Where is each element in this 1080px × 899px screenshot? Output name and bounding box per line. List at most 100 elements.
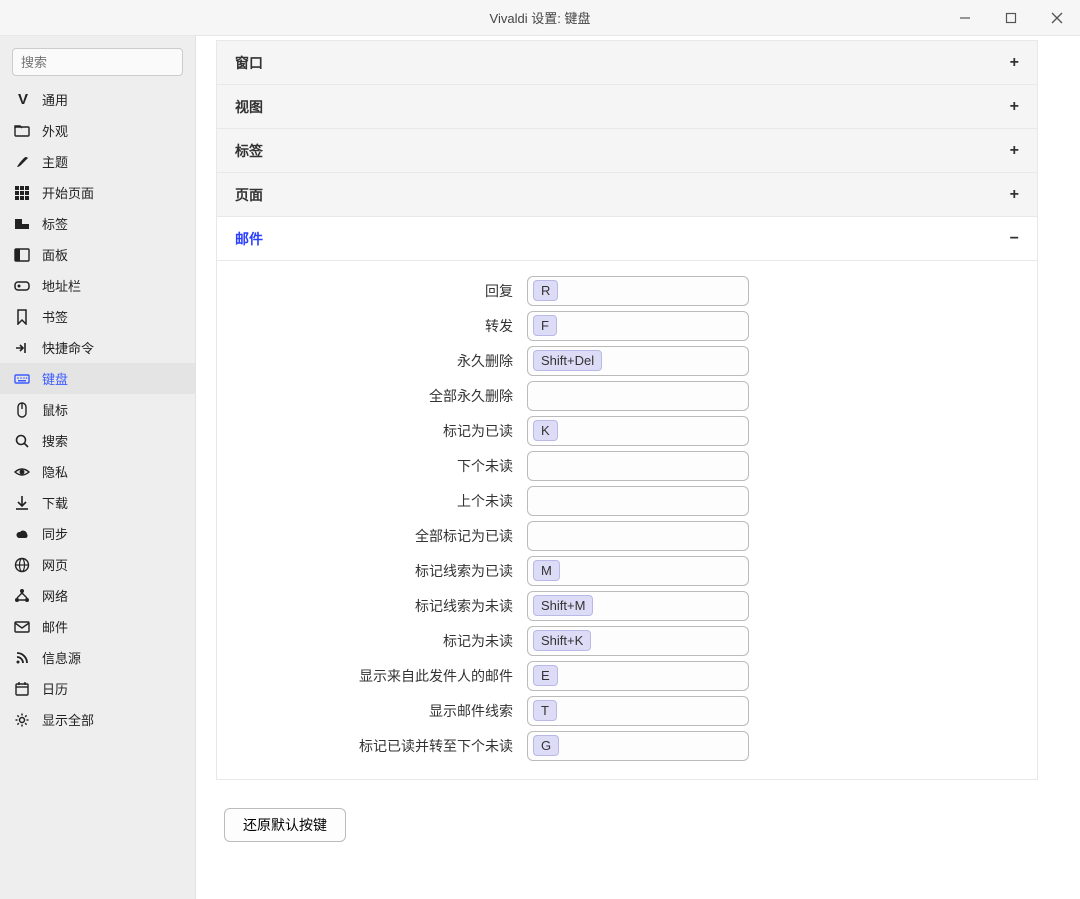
key-chip: F bbox=[533, 315, 557, 336]
brush-icon bbox=[14, 154, 32, 170]
section-label: 视图 bbox=[235, 97, 263, 117]
section-label: 页面 bbox=[235, 185, 263, 205]
sidebar-item-label: 显示全部 bbox=[42, 710, 94, 729]
sidebar-item-label: 通用 bbox=[42, 90, 68, 109]
key-chip: Shift+M bbox=[533, 595, 593, 616]
tab-icon bbox=[14, 216, 32, 232]
key-chip: T bbox=[533, 700, 557, 721]
sidebar-item-12[interactable]: 隐私 bbox=[0, 456, 195, 487]
shortcut-input[interactable]: Shift+K bbox=[527, 626, 749, 656]
shortcut-label: 下个未读 bbox=[217, 456, 527, 476]
shortcut-row: 标记为已读K bbox=[217, 413, 1037, 448]
sidebar-item-label: 主题 bbox=[42, 152, 68, 171]
window-title: Vivaldi 设置: 键盘 bbox=[490, 8, 591, 27]
key-chip: Shift+Del bbox=[533, 350, 602, 371]
sidebar-item-0[interactable]: V 通用 bbox=[0, 84, 195, 115]
cloud-icon bbox=[14, 526, 32, 542]
sidebar-item-label: 网络 bbox=[42, 586, 68, 605]
shortcut-input[interactable] bbox=[527, 521, 749, 551]
sidebar-item-label: 同步 bbox=[42, 524, 68, 543]
address-icon bbox=[14, 278, 32, 294]
expand-icon: + bbox=[1010, 142, 1019, 160]
sidebar: V 通用外观主题开始页面标签面板地址栏书签快捷命令键盘鼠标搜索隐私下载同步网页网络… bbox=[0, 36, 196, 899]
shortcut-label: 全部标记为已读 bbox=[217, 526, 527, 546]
sidebar-item-20[interactable]: 显示全部 bbox=[0, 704, 195, 735]
shortcut-row: 标记线索为未读 Shift+M bbox=[217, 588, 1037, 623]
sidebar-item-label: 搜索 bbox=[42, 431, 68, 450]
shortcut-input[interactable]: Shift+M bbox=[527, 591, 749, 621]
key-chip: E bbox=[533, 665, 558, 686]
search-input[interactable] bbox=[12, 48, 183, 76]
collapse-icon: − bbox=[1010, 230, 1019, 248]
shortcut-row: 永久删除 Shift+Del bbox=[217, 343, 1037, 378]
globe-icon bbox=[14, 557, 32, 573]
sidebar-item-label: 鼠标 bbox=[42, 400, 68, 419]
section-header-3[interactable]: 页面+ bbox=[217, 173, 1037, 217]
shortcut-row: 标记为未读 Shift+K bbox=[217, 623, 1037, 658]
key-chip: Shift+K bbox=[533, 630, 591, 651]
sidebar-item-7[interactable]: 书签 bbox=[0, 301, 195, 332]
sidebar-item-10[interactable]: 鼠标 bbox=[0, 394, 195, 425]
sidebar-item-17[interactable]: 邮件 bbox=[0, 611, 195, 642]
shortcut-input[interactable] bbox=[527, 451, 749, 481]
reset-defaults-button[interactable]: 还原默认按键 bbox=[224, 808, 346, 842]
shortcut-input[interactable]: E bbox=[527, 661, 749, 691]
sidebar-item-13[interactable]: 下载 bbox=[0, 487, 195, 518]
maximize-button[interactable] bbox=[988, 0, 1034, 35]
shortcut-label: 显示来自此发件人的邮件 bbox=[217, 666, 527, 686]
sidebar-item-5[interactable]: 面板 bbox=[0, 239, 195, 270]
sidebar-item-label: 开始页面 bbox=[42, 183, 94, 202]
shortcut-label: 标记已读并转至下个未读 bbox=[217, 736, 527, 756]
sidebar-item-9[interactable]: 键盘 bbox=[0, 363, 195, 394]
titlebar: Vivaldi 设置: 键盘 bbox=[0, 0, 1080, 36]
sidebar-item-14[interactable]: 同步 bbox=[0, 518, 195, 549]
shortcut-input[interactable]: G bbox=[527, 731, 749, 761]
section-body: 回复R转发F永久删除Shift+Del全部永久删除标记为已读K下个未读上个未读全… bbox=[217, 261, 1037, 779]
shortcut-label: 转发 bbox=[217, 316, 527, 336]
sidebar-item-2[interactable]: 主题 bbox=[0, 146, 195, 177]
shortcut-input[interactable]: T bbox=[527, 696, 749, 726]
V-icon: V bbox=[14, 91, 32, 108]
sidebar-item-11[interactable]: 搜索 bbox=[0, 425, 195, 456]
key-chip: M bbox=[533, 560, 560, 581]
section-header-1[interactable]: 视图+ bbox=[217, 85, 1037, 129]
shortcut-input[interactable] bbox=[527, 381, 749, 411]
shortcut-input[interactable]: K bbox=[527, 416, 749, 446]
shortcut-input[interactable]: F bbox=[527, 311, 749, 341]
shortcut-label: 标记为未读 bbox=[217, 631, 527, 651]
bookmark-icon bbox=[14, 309, 32, 325]
shortcut-label: 永久删除 bbox=[217, 351, 527, 371]
sidebar-item-label: 快捷命令 bbox=[42, 338, 94, 357]
main-content[interactable]: 窗口+视图+标签+页面+邮件−回复R转发F永久删除Shift+Del全部永久删除… bbox=[196, 36, 1080, 899]
sidebar-item-label: 邮件 bbox=[42, 617, 68, 636]
shortcut-input[interactable]: M bbox=[527, 556, 749, 586]
shortcut-label: 标记线索为未读 bbox=[217, 596, 527, 616]
sidebar-item-15[interactable]: 网页 bbox=[0, 549, 195, 580]
shortcut-label: 显示邮件线索 bbox=[217, 701, 527, 721]
sidebar-item-label: 隐私 bbox=[42, 462, 68, 481]
sidebar-item-8[interactable]: 快捷命令 bbox=[0, 332, 195, 363]
close-button[interactable] bbox=[1034, 0, 1080, 35]
sidebar-item-1[interactable]: 外观 bbox=[0, 115, 195, 146]
sidebar-item-3[interactable]: 开始页面 bbox=[0, 177, 195, 208]
shortcut-label: 标记为已读 bbox=[217, 421, 527, 441]
sidebar-item-19[interactable]: 日历 bbox=[0, 673, 195, 704]
shortcut-input[interactable] bbox=[527, 486, 749, 516]
shortcut-row: 显示来自此发件人的邮件 E bbox=[217, 658, 1037, 693]
sidebar-item-label: 面板 bbox=[42, 245, 68, 264]
section-label: 窗口 bbox=[235, 53, 263, 73]
sidebar-item-label: 信息源 bbox=[42, 648, 81, 667]
minimize-button[interactable] bbox=[942, 0, 988, 35]
section-header-0[interactable]: 窗口 + bbox=[217, 41, 1037, 85]
sidebar-item-16[interactable]: 网络 bbox=[0, 580, 195, 611]
shortcut-input[interactable]: R bbox=[527, 276, 749, 306]
section-header-4[interactable]: 邮件− bbox=[217, 217, 1037, 261]
sidebar-item-6[interactable]: 地址栏 bbox=[0, 270, 195, 301]
mouse-icon bbox=[14, 402, 32, 418]
section-header-2[interactable]: 标签+ bbox=[217, 129, 1037, 173]
sidebar-item-4[interactable]: 标签 bbox=[0, 208, 195, 239]
sidebar-item-18[interactable]: 信息源 bbox=[0, 642, 195, 673]
sidebar-item-label: 外观 bbox=[42, 121, 68, 140]
expand-icon: + bbox=[1010, 54, 1019, 72]
shortcut-input[interactable]: Shift+Del bbox=[527, 346, 749, 376]
